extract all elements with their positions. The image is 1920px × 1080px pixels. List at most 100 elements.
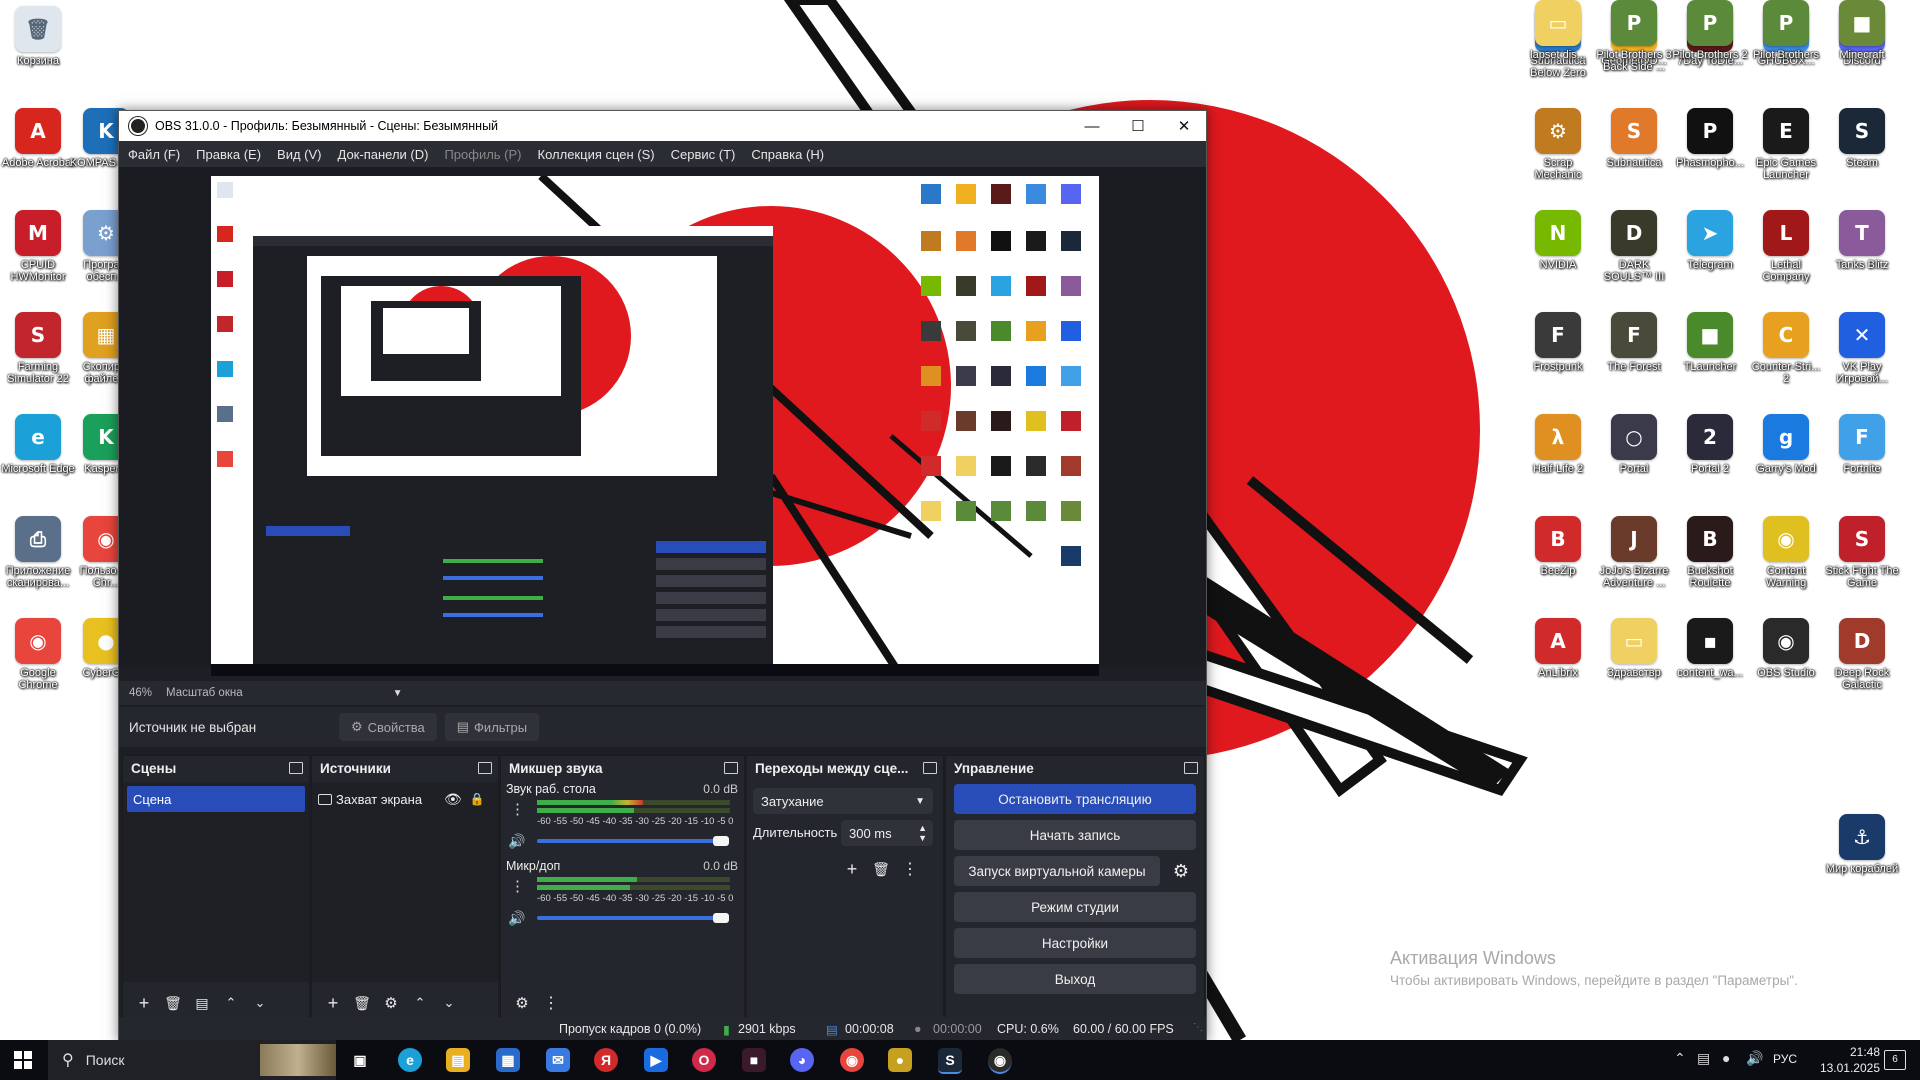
remove-scene-button[interactable]: 🗑 [160, 990, 186, 1016]
speaker-icon[interactable]: 🔊 [508, 833, 525, 850]
desktop-icon[interactable]: P Phasmopho... [1672, 108, 1748, 169]
microphone-icon[interactable]: ● [1722, 1050, 1730, 1066]
studio-mode-button[interactable]: Режим студии [954, 892, 1196, 922]
menu-file[interactable]: Файл (F) [128, 147, 180, 162]
start-virtual-camera-button[interactable]: Запуск виртуальной камеры [954, 856, 1160, 886]
desktop-icon-hwmonitor[interactable]: M CPUID HWMonitor [0, 210, 76, 283]
clock[interactable]: 21:48 13.01.2025 [1810, 1044, 1880, 1076]
exit-button[interactable]: Выход [954, 964, 1196, 994]
desktop-icon[interactable]: B BeeZip [1520, 516, 1596, 577]
speaker-icon[interactable]: 🔊 [508, 910, 525, 927]
scene-item[interactable]: Сцена [127, 786, 305, 812]
desktop-icon[interactable]: ■ TLauncher [1672, 312, 1748, 373]
duration-spinbox[interactable]: 300 ms ▲ ▼ [841, 820, 933, 846]
desktop-icon-farming-simulator[interactable]: S Farming Simulator 22 [0, 312, 76, 385]
desktop-icon[interactable]: P Pilot Brothers 2 [1672, 0, 1748, 61]
obs-studio-icon[interactable]: ◉ [988, 1048, 1012, 1074]
transition-select[interactable]: Затухание ▼ [753, 788, 933, 814]
desktop-icon[interactable]: ✕ VK Play Игровой... [1824, 312, 1900, 385]
desktop-icon-scanner[interactable]: ⎙ Приложение сканирова... [0, 516, 76, 589]
obs-titlebar[interactable]: OBS 31.0.0 - Профиль: Безымянный - Сцены… [119, 111, 1206, 141]
vpn-icon[interactable]: ● [888, 1048, 912, 1072]
desktop-icon[interactable]: L Lethal Company [1748, 210, 1824, 283]
settings-button[interactable]: Настройки [954, 928, 1196, 958]
desktop-icon[interactable]: T Tanks Blitz [1824, 210, 1900, 271]
input-language[interactable]: РУС [1773, 1052, 1797, 1066]
resize-grip-icon[interactable]: ⋱ [1193, 1022, 1203, 1033]
desktop-icon[interactable]: ▭ Здравствр [1596, 618, 1672, 679]
move-up-button[interactable]: ⌃ [407, 990, 433, 1016]
desktop-icon[interactable]: P Pilot Brothers [1748, 0, 1824, 61]
menu-edit[interactable]: Правка (E) [196, 147, 261, 162]
transition-menu-icon[interactable]: ⋮ [897, 856, 923, 882]
spin-arrows-icon[interactable]: ▲ ▼ [918, 823, 927, 843]
desktop-icon[interactable]: S Subnautica [1596, 108, 1672, 169]
edge-icon[interactable]: e [398, 1048, 422, 1072]
move-down-button[interactable]: ⌄ [436, 990, 462, 1016]
undock-icon[interactable] [289, 762, 303, 774]
undock-icon[interactable] [724, 762, 738, 774]
channel-menu-icon[interactable]: ⋮ [510, 800, 525, 818]
obs-window[interactable]: OBS 31.0.0 - Профиль: Безымянный - Сцены… [118, 110, 1207, 1042]
desktop-icon[interactable]: J JoJo's Bizarre Adventure ... [1596, 516, 1672, 589]
source-item[interactable]: Захват экрана 👁 🔒 [312, 786, 498, 812]
scene-filters-button[interactable]: ▤ [189, 990, 215, 1016]
desktop-icon[interactable]: ◉ OBS Studio [1748, 618, 1824, 679]
desktop-icon-edge[interactable]: e Microsoft Edge [0, 414, 76, 475]
network-icon[interactable]: ▤ [1697, 1050, 1710, 1067]
volume-icon[interactable]: 🔊 [1746, 1050, 1763, 1067]
desktop-icon[interactable]: P Pilot Brothers 3 Back Side ... [1596, 0, 1672, 73]
minimize-button[interactable]: — [1069, 111, 1115, 141]
desktop-icon[interactable]: ◉ Content Warning [1748, 516, 1824, 589]
add-scene-button[interactable]: + [131, 990, 157, 1016]
channel-menu-icon[interactable]: ⋮ [510, 877, 525, 895]
scale-mode-select[interactable]: Масштаб окна [166, 687, 243, 699]
menu-help[interactable]: Справка (H) [751, 147, 824, 162]
chevron-down-icon[interactable]: ▼ [393, 688, 403, 699]
desktop-icon[interactable]: A AnLibrix [1520, 618, 1596, 679]
close-button[interactable]: ✕ [1161, 111, 1207, 141]
desktop-icon[interactable]: F Fortnite [1824, 414, 1900, 475]
add-source-button[interactable]: + [320, 990, 346, 1016]
desktop-icon-chrome[interactable]: ◉ Google Chrome [0, 618, 76, 691]
show-hidden-icons[interactable]: ⌃ [1674, 1050, 1686, 1067]
steam-icon[interactable]: S [938, 1048, 962, 1074]
desktop-icon[interactable]: 2 Portal 2 [1672, 414, 1748, 475]
menu-profile[interactable]: Профиль (P) [444, 147, 521, 162]
taskbar-search-box[interactable]: ⚲ Поиск [48, 1040, 336, 1080]
desktop-icon[interactable]: ▭ lapset dis... [1520, 0, 1596, 61]
desktop-icon[interactable]: B Buckshot Roulette [1672, 516, 1748, 589]
desktop-icon[interactable]: ⚙ Scrap Mechanic [1520, 108, 1596, 181]
remove-source-button[interactable]: 🗑 [349, 990, 375, 1016]
undock-icon[interactable] [923, 762, 937, 774]
desktop-icon[interactable]: E Epic Games Launcher [1748, 108, 1824, 181]
visibility-eye-icon[interactable]: 👁 [444, 791, 462, 808]
undock-icon[interactable] [478, 762, 492, 774]
lock-icon[interactable]: 🔒 [470, 792, 485, 806]
menu-view[interactable]: Вид (V) [277, 147, 321, 162]
undock-icon[interactable] [1184, 762, 1198, 774]
remove-transition-button[interactable]: 🗑 [868, 856, 894, 882]
preview-canvas[interactable] [211, 176, 1099, 676]
task-view-icon[interactable]: ▣ [348, 1048, 372, 1072]
menu-tools[interactable]: Сервис (T) [671, 147, 736, 162]
desktop-icon[interactable]: g Garry's Mod [1748, 414, 1824, 475]
desktop-icon[interactable]: D DARK SOULS™ III [1596, 210, 1672, 283]
store-icon[interactable]: ▦ [496, 1048, 520, 1072]
stop-streaming-button[interactable]: Остановить трансляцию [954, 784, 1196, 814]
desktop-icon[interactable]: ➤ Telegram [1672, 210, 1748, 271]
filters-button[interactable]: ▤ Фильтры [444, 713, 540, 741]
yandex-browser-icon[interactable]: Я [594, 1048, 618, 1072]
desktop-icon[interactable]: S Steam [1824, 108, 1900, 169]
discord-icon[interactable]: ◕ [790, 1048, 814, 1072]
mail-icon[interactable]: ✉ [546, 1048, 570, 1072]
move-down-button[interactable]: ⌄ [247, 990, 273, 1016]
add-transition-button[interactable]: + [839, 856, 865, 882]
notification-center-icon[interactable]: 6 [1884, 1050, 1906, 1070]
desktop-icon[interactable]: ○ Portal [1596, 414, 1672, 475]
game-app-icon[interactable]: ■ [742, 1048, 766, 1072]
desktop-icon[interactable]: N NVIDIA [1520, 210, 1596, 271]
maximize-button[interactable]: ☐ [1115, 111, 1161, 141]
menu-scene-collection[interactable]: Коллекция сцен (S) [538, 147, 655, 162]
volume-slider[interactable] [537, 916, 717, 920]
